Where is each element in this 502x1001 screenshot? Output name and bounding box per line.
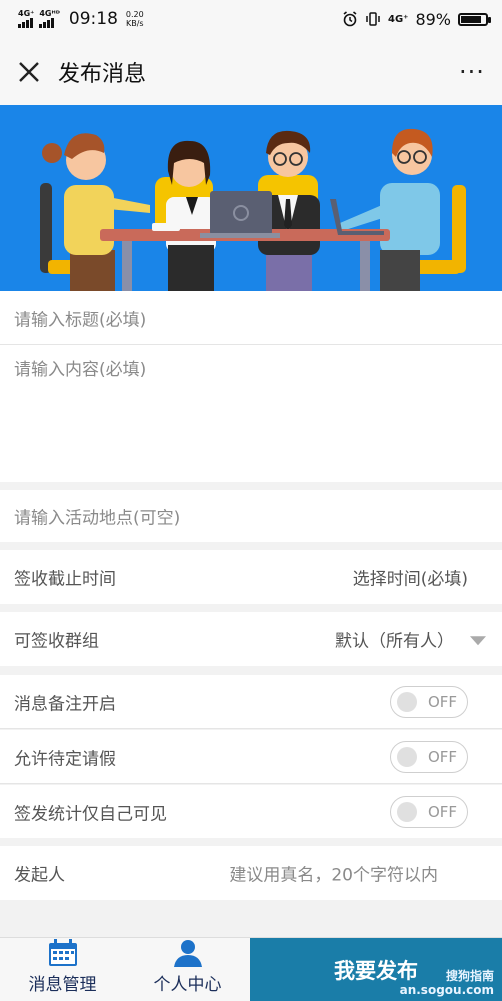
signal-icon: 4G⁺ [18, 10, 34, 28]
tab-message-manage[interactable]: 消息管理 [0, 938, 125, 1001]
network-speed: 0.20 KB/s [126, 10, 144, 28]
signal-type-label: 4Gᴴᴰ [39, 9, 60, 18]
leave-toggle-state: OFF [428, 747, 458, 766]
publish-button[interactable]: 我要发布 搜狗指南 an.sogou.com [250, 938, 502, 1001]
title-input[interactable]: 请输入标题(必填) [0, 291, 502, 345]
network-speed-unit: KB/s [125, 19, 144, 28]
sender-row: 发起人 建议用真名，20个字符以内 [0, 846, 502, 900]
remark-row: 消息备注开启 OFF [0, 675, 502, 729]
close-icon[interactable] [0, 38, 58, 105]
stats-label: 签发统计仅自己可见 [14, 804, 167, 824]
location-input[interactable]: 请输入活动地点(可空) [0, 490, 502, 542]
content-textarea[interactable]: 请输入内容(必填) [0, 345, 502, 482]
toggle-knob [397, 801, 417, 822]
page-title: 发布消息 [58, 61, 147, 87]
toggle-knob [397, 691, 417, 712]
vibrate-icon [366, 12, 380, 26]
signal-icon: 4Gᴴᴰ [39, 10, 60, 28]
remark-toggle-state: OFF [428, 692, 458, 711]
title-input-placeholder: 请输入标题(必填) [14, 310, 147, 330]
tab-message-manage-label: 消息管理 [28, 975, 97, 995]
stats-toggle[interactable]: OFF [390, 795, 468, 828]
status-bar: 4G⁺ 4Gᴴᴰ 09:18 0.20 KB/s 4G⁺ 89% [0, 0, 502, 38]
stats-toggle-state: OFF [428, 802, 458, 821]
remark-label: 消息备注开启 [14, 694, 116, 714]
battery-percent: 89% [415, 9, 451, 29]
content-textarea-placeholder: 请输入内容(必填) [14, 360, 147, 380]
watermark-text: 搜狗指南 [445, 969, 494, 983]
battery-icon [458, 12, 491, 26]
bottom-nav: 消息管理 个人中心 我要发布 搜狗指南 an.sogou.com [0, 937, 502, 1001]
watermark-url: an.sogou.com [399, 983, 494, 997]
alarm-icon [343, 11, 357, 27]
group-label: 可签收群组 [14, 631, 99, 652]
signal-type-label: 4G⁺ [18, 9, 35, 18]
deadline-label: 签收截止时间 [14, 569, 116, 590]
chevron-down-icon[interactable] [470, 636, 486, 646]
toggle-knob [397, 746, 417, 767]
calendar-icon [48, 939, 77, 966]
tab-personal-center-label: 个人中心 [153, 975, 222, 995]
tab-personal-center[interactable]: 个人中心 [125, 938, 250, 1001]
location-input-placeholder: 请输入活动地点(可空) [14, 508, 181, 529]
remark-toggle[interactable]: OFF [390, 685, 468, 718]
clock-time: 09:18 [68, 9, 118, 29]
group-row[interactable]: 可签收群组 默认（所有人） [0, 612, 502, 666]
stats-row: 签发统计仅自己可见 OFF [0, 785, 502, 838]
deadline-picker[interactable]: 选择时间(必填) [353, 565, 468, 590]
deadline-row[interactable]: 签收截止时间 选择时间(必填) [0, 550, 502, 604]
banner-illustration [0, 105, 502, 291]
user-icon [173, 940, 202, 967]
network-speed-value: 0.20 [125, 10, 144, 19]
watermark: 搜狗指南 an.sogou.com [400, 969, 494, 997]
leave-label: 允许待定请假 [14, 749, 116, 769]
group-select[interactable]: 默认（所有人） [335, 627, 454, 652]
sender-input[interactable]: 建议用真名，20个字符以内 [229, 861, 438, 886]
title-bar: 发布消息 ··· [0, 38, 502, 105]
more-icon[interactable]: ··· [442, 38, 502, 105]
leave-toggle[interactable]: OFF [390, 740, 468, 773]
sender-label: 发起人 [14, 865, 65, 886]
network-type-icon: 4G⁺ [387, 13, 409, 25]
leave-row: 允许待定请假 OFF [0, 730, 502, 784]
